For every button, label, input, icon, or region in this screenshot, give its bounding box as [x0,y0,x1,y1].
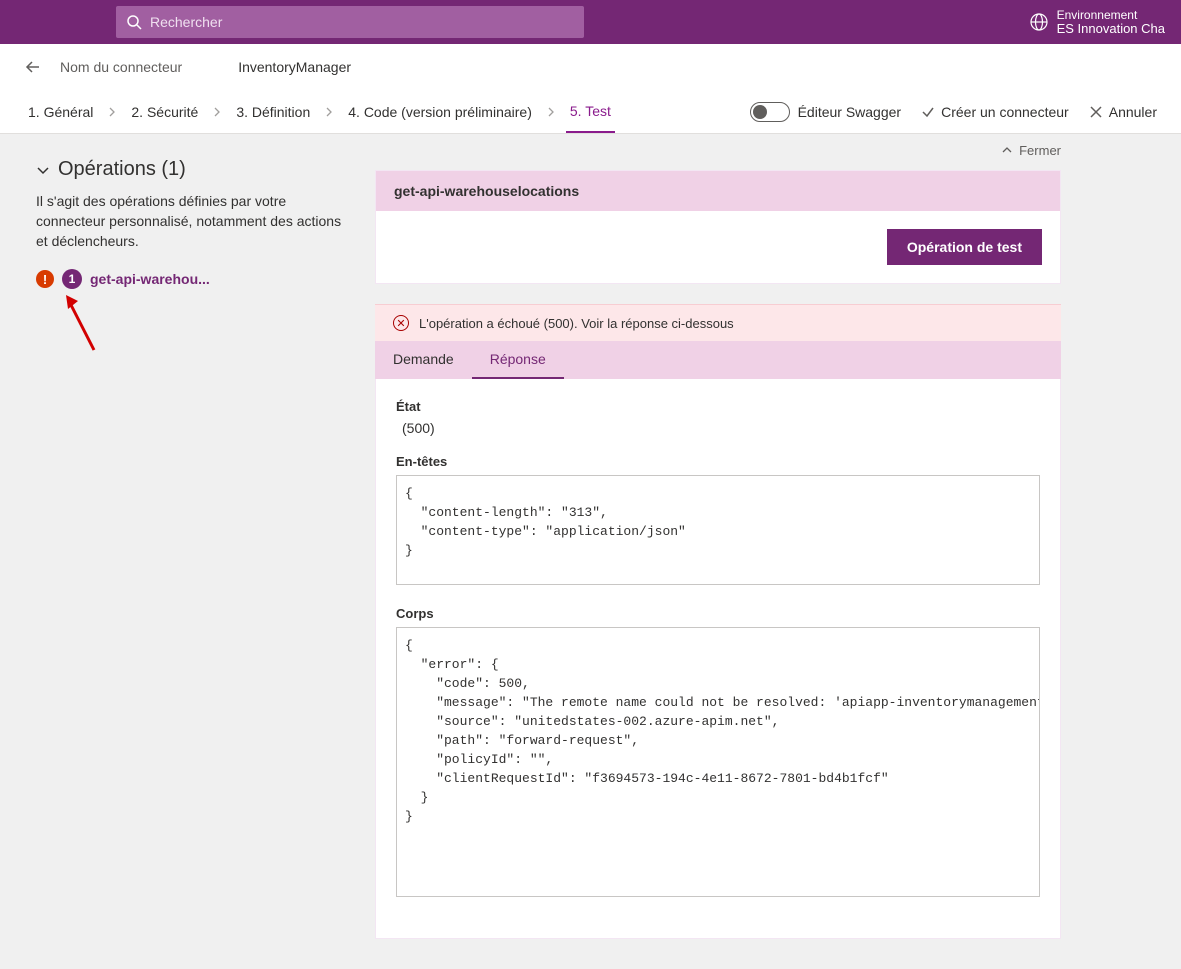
tab-response[interactable]: Réponse [472,341,564,379]
status-label: État [396,399,1040,414]
chevron-right-icon [202,107,232,117]
body-label: Corps [396,606,1040,621]
chevron-right-icon [314,107,344,117]
body-textarea[interactable] [396,627,1040,897]
search-icon [126,14,142,30]
globe-icon [1029,12,1049,32]
environment-name: ES Innovation Cha [1057,22,1165,36]
close-panel-button[interactable]: Fermer [1001,140,1061,160]
create-connector-button[interactable]: Créer un connecteur [921,104,1069,120]
operations-description: Il s'agit des opérations définies par vo… [36,191,345,251]
number-badge: 1 [62,269,82,289]
operations-title: Opérations (1) [58,158,186,181]
breadcrumb-value: InventoryManager [238,59,351,75]
arrow-annotation [64,295,345,355]
environment-selector[interactable]: Environnement ES Innovation Cha [1029,8,1165,36]
step-code[interactable]: 4. Code (version préliminaire) [344,90,536,133]
back-button[interactable] [24,58,44,76]
cancel-button[interactable]: Annuler [1089,104,1157,120]
test-operation-button[interactable]: Opération de test [887,229,1042,265]
breadcrumb-label: Nom du connecteur [60,59,182,75]
search-box[interactable] [116,6,584,38]
operation-card: get-api-warehouselocations Opération de … [375,170,1061,284]
content-area: Fermer get-api-warehouselocations Opérat… [375,134,1181,969]
error-message: L'opération a échoué (500). Voir la répo… [419,316,734,331]
breadcrumb: Nom du connecteur InventoryManager [0,44,1181,90]
chevron-down-icon [36,163,50,177]
environment-label: Environnement [1057,8,1165,22]
operation-item[interactable]: ! 1 get-api-warehou... [36,269,345,289]
chevron-right-icon [536,107,566,117]
status-value: (500) [402,420,1040,436]
error-banner: ✕ L'opération a échoué (500). Voir la ré… [375,304,1061,341]
swagger-toggle[interactable]: Éditeur Swagger [750,102,902,122]
operation-name: get-api-warehou... [90,271,210,287]
step-definition[interactable]: 3. Définition [232,90,314,133]
headers-textarea[interactable] [396,475,1040,585]
error-badge-icon: ! [36,270,54,288]
tab-request[interactable]: Demande [375,341,472,379]
chevron-right-icon [97,107,127,117]
operation-card-title: get-api-warehouselocations [376,171,1060,211]
top-bar: Environnement ES Innovation Cha [0,0,1181,44]
steps-tabs: 1. Général 2. Sécurité 3. Définition 4. … [0,90,1181,134]
close-icon [1089,105,1103,119]
step-test[interactable]: 5. Test [566,90,615,133]
toggle-switch[interactable] [750,102,790,122]
headers-label: En-têtes [396,454,1040,469]
search-input[interactable] [150,14,574,30]
sidebar: Opérations (1) Il s'agit des opérations … [0,134,375,969]
response-body: État (500) En-têtes Corps [375,379,1061,939]
swagger-toggle-label: Éditeur Swagger [798,104,902,120]
error-circle-icon: ✕ [393,315,409,331]
step-security[interactable]: 2. Sécurité [127,90,202,133]
checkmark-icon [921,105,935,119]
chevron-up-icon [1001,144,1013,156]
step-general[interactable]: 1. Général [24,90,97,133]
response-tabs: Demande Réponse [375,341,1061,379]
operations-header[interactable]: Opérations (1) [36,158,345,181]
